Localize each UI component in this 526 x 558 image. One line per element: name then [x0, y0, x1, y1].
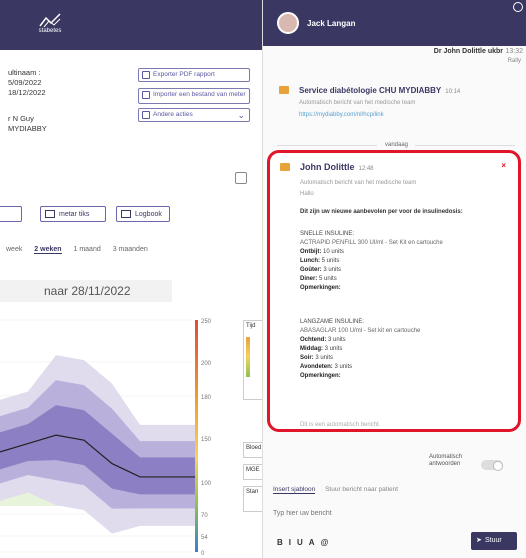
period-tab-3-months[interactable]: 3 maanden: [113, 246, 148, 253]
y-tick-label: 100: [201, 481, 212, 487]
format-u-button[interactable]: U: [297, 538, 309, 547]
top-bar: stabetes: [0, 0, 262, 50]
glucose-profile-chart: 250 200 180 150 100 70 54 0: [0, 319, 212, 557]
chevron-down-icon: ⌄: [237, 110, 245, 120]
logo-icon: [39, 13, 61, 28]
avatar[interactable]: [277, 12, 299, 34]
message-author: John Dolittle 12:48: [300, 162, 374, 172]
message-icon: [280, 163, 290, 171]
composer: Automatisch antwoorden Insert sjabloon S…: [263, 448, 526, 558]
fast-insulin-list: Ontbijt: 10 units Lunch: 5 units Goûter: 3…: [300, 248, 510, 293]
fast-insulin-row: Lunch: 5 units: [300, 258, 340, 264]
service-auto-note: Automatisch bericht van het medische tea…: [299, 100, 416, 106]
chat-panel: Jack Langan Dr John Dolittle ukbr 13:32 …: [262, 0, 526, 558]
mini-card-mge[interactable]: MGE: [243, 464, 262, 480]
auto-reply-toggle[interactable]: [481, 460, 503, 471]
patient-info: ultinaam : 5/09/2022 18/12/2022 r N Guy …: [8, 68, 47, 133]
patient-dashboard: stabetes ultinaam : 5/09/2022 18/12/2022…: [0, 0, 262, 558]
menu-icon: [142, 111, 150, 119]
period-tab-1-month[interactable]: 1 maand: [74, 246, 101, 253]
period-tab-week[interactable]: week: [6, 246, 22, 253]
range-color-bar: [195, 320, 198, 552]
grid-icon: [45, 210, 55, 218]
auto-reply-label: Automatisch antwoorden: [429, 454, 463, 467]
other-actions-select[interactable]: Andere acties ⌄: [138, 108, 250, 122]
format-@-button[interactable]: @: [321, 538, 335, 547]
message-input[interactable]: [273, 498, 513, 528]
message-icon: [279, 86, 289, 94]
y-tick-label: 250: [201, 319, 212, 325]
slow-insulin-row: Ochtend: 3 units: [300, 337, 346, 343]
mini-card-blood[interactable]: Bloed: [243, 442, 262, 458]
period-tabs: week 2 weken 1 maand 3 maanden: [6, 246, 158, 254]
document-icon: [142, 71, 150, 79]
meter-ticks-button[interactable]: metar tiks: [40, 206, 106, 222]
mini-card-time[interactable]: Tijd: [243, 320, 262, 400]
previous-message: Dr John Dolittle ukbr 13:32 Rally: [433, 48, 523, 64]
tab-insert-template[interactable]: Insert sjabloon: [273, 486, 316, 494]
y-tick-label: 54: [201, 535, 208, 541]
time-in-range-bar: [246, 337, 250, 377]
highlighted-message-card: John Dolittle 12:48 × Automatisch bericht…: [267, 150, 521, 432]
y-tick-label: 200: [201, 361, 212, 367]
y-tick-label: 180: [201, 395, 212, 401]
y-tick-label: 0: [201, 551, 205, 557]
fast-insulin-row: Ontbijt: 10 units: [300, 249, 345, 255]
contact-name: Jack Langan: [307, 19, 356, 28]
close-icon[interactable]: ×: [501, 161, 506, 170]
y-tick-label: 150: [201, 437, 212, 443]
view-button-1[interactable]: [0, 206, 22, 222]
service-message-title: Service diabétologie CHU MYDIABBY 10:14: [299, 86, 461, 95]
format-i-button[interactable]: I: [289, 538, 297, 547]
fast-insulin-row: Diner: 5 units: [300, 276, 337, 282]
date-separator: vandaag: [385, 142, 409, 148]
slow-insulin-row: Soir: 3 units: [300, 355, 334, 361]
mini-card-stan[interactable]: Stan: [243, 486, 262, 512]
format-a-button[interactable]: A: [309, 538, 321, 547]
fast-insulin-row: Opmerkingen:: [300, 285, 341, 291]
brand-logo[interactable]: stabetes: [30, 12, 70, 44]
format-b-button[interactable]: B: [277, 538, 289, 547]
slow-insulin-row: Avondeten: 3 units: [300, 364, 353, 370]
book-icon: [121, 210, 131, 218]
calendar-icon[interactable]: [235, 172, 247, 184]
import-file-button[interactable]: Importer een bestand van meter: [138, 88, 250, 104]
upload-icon: [142, 91, 150, 99]
fast-insulin-row: Goûter: 3 units: [300, 267, 342, 273]
chat-header: Jack Langan: [263, 0, 526, 46]
period-tab-2-weeks[interactable]: 2 weken: [34, 246, 62, 254]
tab-message-patient[interactable]: Stuur bericht naar patient: [325, 486, 398, 493]
composer-tabs: Insert sjabloon Stuur bericht naar patie…: [273, 486, 398, 494]
logbook-button[interactable]: Logbook: [116, 206, 170, 222]
y-tick-label: 70: [201, 513, 208, 519]
gear-icon[interactable]: [513, 2, 523, 12]
slow-insulin-row: Opmerkingen:: [300, 373, 341, 379]
date-range-field[interactable]: naar 28/11/2022: [0, 280, 172, 302]
brand-name: stabetes: [38, 28, 62, 34]
formatting-toolbar: BIUA@: [277, 538, 334, 547]
slow-insulin-list: Ochtend: 3 units Middag: 3 units Soir: 3 u…: [300, 336, 510, 381]
slow-insulin-row: Middag: 3 units: [300, 346, 343, 352]
send-button[interactable]: Stuur: [471, 532, 517, 550]
service-link[interactable]: https://mydiabby.com/nl/hcp/link: [299, 112, 384, 118]
export-pdf-button[interactable]: Exporter PDF rapport: [138, 68, 250, 82]
